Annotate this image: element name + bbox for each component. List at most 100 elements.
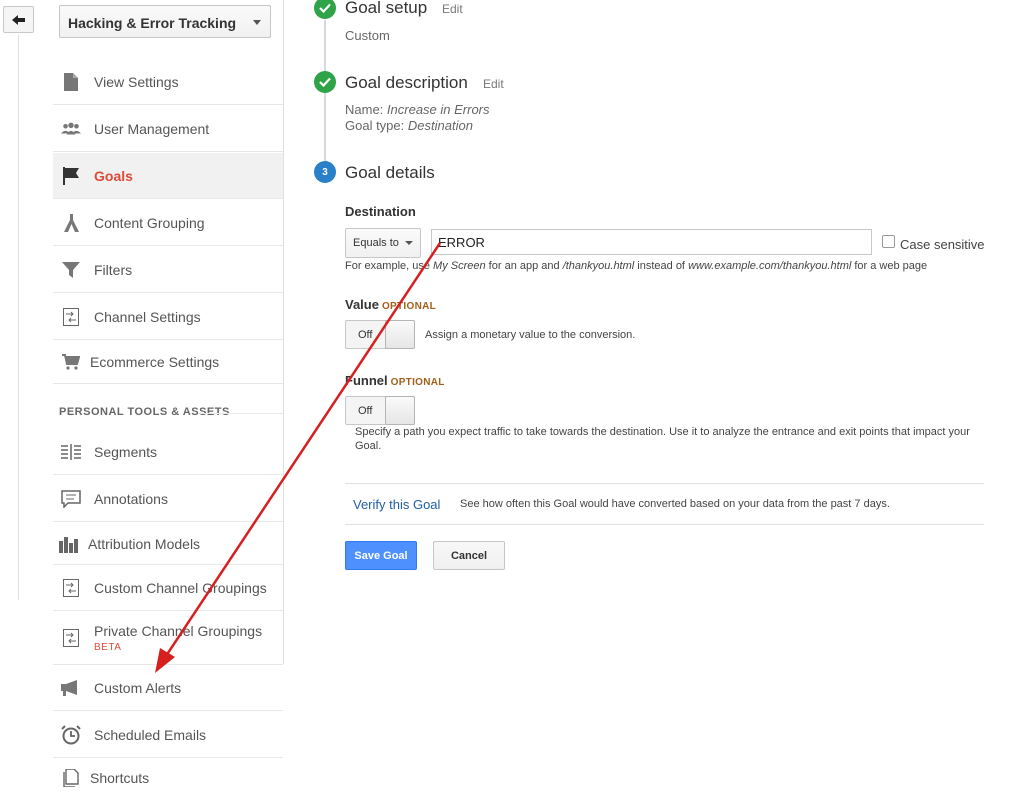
sidebar-item-label: Goals	[94, 167, 133, 184]
view-selector-value: Hacking & Error Tracking	[68, 15, 237, 31]
hint-example: /thankyou.html	[562, 260, 635, 272]
sidebar-item-label: Custom Channel Groupings	[94, 579, 267, 596]
chevron-down-icon	[405, 241, 413, 245]
divider	[345, 524, 984, 525]
sidebar-divider	[283, 0, 284, 664]
funnel-hint-line2: Goal.	[355, 440, 382, 452]
chevron-down-icon	[253, 20, 261, 25]
cancel-button[interactable]: Cancel	[433, 541, 505, 570]
value-toggle-state: Off	[358, 329, 373, 341]
sidebar-item-custom-alerts[interactable]: Custom Alerts	[53, 665, 283, 711]
annotation-icon	[61, 489, 81, 509]
check-icon	[314, 71, 336, 93]
sidebar-item-label: Custom Alerts	[94, 679, 182, 696]
toggle-knob	[385, 396, 415, 425]
sidebar-item-label: Content Grouping	[94, 214, 205, 231]
verify-goal-link[interactable]: Verify this Goal	[353, 497, 440, 512]
sidebar-item-scheduled-emails[interactable]: Scheduled Emails	[53, 712, 283, 758]
sidebar-item-user-management[interactable]: User Management	[53, 106, 283, 152]
flag-icon	[61, 166, 81, 186]
users-icon	[61, 119, 81, 139]
beta-badge: BETA	[94, 642, 122, 653]
sidebar-item-label: Shortcuts	[90, 770, 150, 786]
step-connector	[324, 20, 326, 170]
segments-icon	[61, 442, 81, 462]
grouping-icon	[61, 213, 81, 233]
toggle-knob	[385, 320, 415, 349]
section-header-personal-tools: PERSONAL TOOLS & ASSETS	[59, 406, 230, 418]
step-number-badge: 3	[314, 161, 336, 183]
sidebar-item-segments[interactable]: Segments	[53, 429, 283, 475]
sidebar-item-goals[interactable]: Goals	[53, 153, 283, 199]
channel-icon	[61, 628, 81, 648]
document-icon	[61, 768, 81, 788]
save-goal-button[interactable]: Save Goal	[345, 541, 417, 570]
left-rail-divider	[18, 34, 19, 600]
sidebar-item-attribution-models[interactable]: Attribution Models	[53, 523, 283, 565]
sidebar-item-label: Filters	[94, 261, 133, 278]
section-divider	[200, 413, 283, 414]
sidebar-item-label: Annotations	[94, 490, 168, 507]
goal-setup-edit-link[interactable]: Edit	[442, 2, 463, 16]
goal-name-label: Name:	[345, 102, 384, 117]
sidebar-item-custom-channel-groupings[interactable]: Custom Channel Groupings	[53, 565, 283, 611]
match-type-select[interactable]: Equals to	[345, 228, 421, 258]
megaphone-icon	[61, 678, 81, 698]
goal-description-edit-link[interactable]: Edit	[483, 77, 504, 91]
funnel-label: Funnel OPTIONAL	[345, 373, 445, 388]
goal-name-line: Name: Increase in Errors	[345, 102, 490, 117]
sidebar-item-shortcuts[interactable]: Shortcuts	[53, 759, 283, 797]
value-hint: Assign a monetary value to the conversio…	[425, 329, 636, 341]
case-sensitive-checkbox[interactable]	[882, 235, 895, 248]
sidebar-item-private-channel-groupings[interactable]: Private Channel Groupings BETA	[53, 612, 283, 665]
sidebar-item-annotations[interactable]: Annotations	[53, 476, 283, 522]
destination-input[interactable]: ERROR	[431, 229, 872, 255]
goal-setup-title: Goal setup	[345, 0, 428, 17]
channel-icon	[61, 578, 81, 598]
page-icon	[61, 72, 81, 92]
view-selector[interactable]: Hacking & Error Tracking	[59, 5, 271, 38]
sidebar-item-content-grouping[interactable]: Content Grouping	[53, 200, 283, 246]
funnel-toggle[interactable]: Off	[345, 396, 415, 425]
sidebar-item-channel-settings[interactable]: Channel Settings	[53, 294, 283, 340]
channel-icon	[61, 307, 81, 327]
destination-label: Destination	[345, 204, 416, 219]
check-icon	[314, 0, 336, 19]
filter-icon	[61, 260, 81, 280]
value-label: Value OPTIONAL	[345, 297, 436, 312]
back-arrow-icon	[11, 14, 25, 25]
sidebar-item-label: Channel Settings	[94, 308, 201, 325]
hint-example: My Screen	[433, 260, 486, 272]
sidebar-item-label: Segments	[94, 443, 158, 460]
hint-text: for a web page	[851, 260, 928, 272]
hint-text: instead of	[634, 260, 689, 272]
hint-text: for an app and	[485, 260, 563, 272]
goal-name-value: Increase in Errors	[386, 102, 490, 117]
back-button[interactable]	[3, 6, 34, 33]
sidebar-item-label: Scheduled Emails	[94, 726, 207, 743]
sidebar-item-view-settings[interactable]: View Settings	[53, 59, 283, 105]
optional-tag: OPTIONAL	[390, 377, 445, 388]
bar-chart-icon	[59, 534, 79, 554]
goal-setup-value: Custom	[345, 28, 390, 43]
divider	[345, 483, 984, 484]
funnel-hint-line1: Specify a path you expect traffic to tak…	[355, 426, 970, 438]
sidebar-item-label: View Settings	[94, 73, 179, 90]
sidebar-item-filters[interactable]: Filters	[53, 247, 283, 293]
cart-icon	[61, 352, 81, 372]
value-label-text: Value	[345, 297, 379, 312]
verify-hint: See how often this Goal would have conve…	[460, 498, 890, 510]
goal-type-label: Goal type:	[345, 118, 405, 133]
value-toggle[interactable]: Off	[345, 320, 415, 349]
funnel-toggle-state: Off	[358, 405, 373, 417]
goal-details-title: Goal details	[345, 163, 435, 182]
case-sensitive-label: Case sensitive	[900, 237, 985, 252]
goal-description-title: Goal description	[345, 73, 468, 92]
sidebar-item-ecommerce-settings[interactable]: Ecommerce Settings	[53, 341, 283, 384]
hint-example: www.example.com/thankyou.html	[688, 260, 852, 272]
sidebar-item-label: Ecommerce Settings	[90, 354, 220, 370]
hint-text: For example, use	[345, 260, 434, 272]
goal-type-value: Destination	[407, 118, 473, 133]
funnel-label-text: Funnel	[345, 373, 388, 388]
clock-icon	[61, 724, 81, 745]
